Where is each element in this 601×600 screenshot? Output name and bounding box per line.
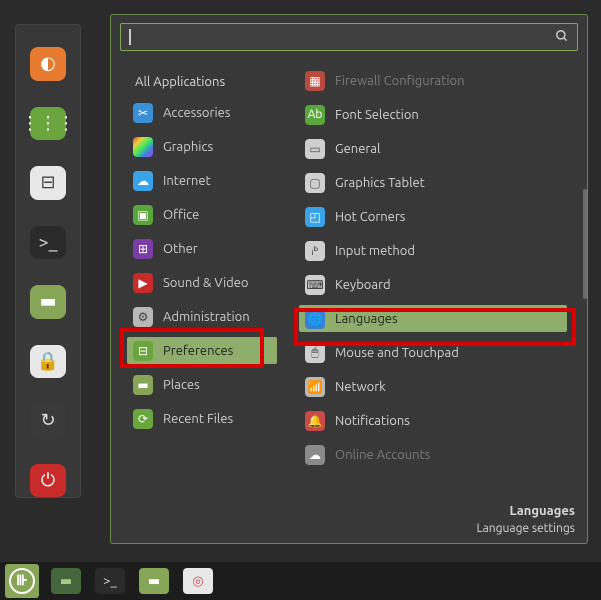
tooltip-subtitle: Language settings	[477, 521, 575, 537]
logout-icon[interactable]: ↻	[30, 404, 66, 438]
places-icon: ▬	[133, 375, 153, 395]
mint-logo-icon: ⊪	[9, 568, 35, 594]
scrollbar-thumb[interactable]	[583, 189, 587, 299]
files-icon[interactable]: ▬	[30, 285, 66, 319]
graphics-tablet-icon: ▢	[305, 173, 325, 193]
app-label: Graphics Tablet	[335, 176, 425, 190]
applications-list: ▦ Firewall Configuration Ab Font Selection ▭…	[299, 67, 567, 468]
sound-video-icon: ▶	[133, 273, 153, 293]
categories-list: ✂ Accessories Graphics ☁ Internet ▣ Office ⊞ Oth…	[127, 99, 277, 432]
favorites-sidebar: ◐ ⋮⋮⋮ ⊟ >_ ▬ 🔒 ↻ ⏻	[15, 24, 81, 498]
app-label: Input method	[335, 244, 415, 258]
category-label: Administration	[163, 310, 250, 324]
administration-icon: ⚙	[133, 307, 153, 327]
chrome-launcher[interactable]: ◎	[183, 568, 213, 594]
category-preferences[interactable]: ⊟ Preferences	[127, 337, 277, 364]
terminal-icon[interactable]: >_	[30, 226, 66, 260]
category-accessories[interactable]: ✂ Accessories	[127, 99, 277, 126]
app-online-accounts[interactable]: ☁ Online Accounts	[299, 441, 567, 468]
category-graphics[interactable]: Graphics	[127, 133, 277, 160]
category-sound-video[interactable]: ▶ Sound & Video	[127, 269, 277, 296]
app-label: Network	[335, 380, 386, 394]
category-label: Places	[163, 378, 200, 392]
category-recent-files[interactable]: ⟳ Recent Files	[127, 405, 277, 432]
app-label: Online Accounts	[335, 448, 430, 462]
app-label: General	[335, 142, 380, 156]
search-box[interactable]	[120, 23, 578, 51]
general-icon: ▭	[305, 139, 325, 159]
category-places[interactable]: ▬ Places	[127, 371, 277, 398]
app-hot-corners[interactable]: ◰ Hot Corners	[299, 203, 567, 230]
app-tooltip: Languages Language settings	[477, 503, 575, 537]
app-label: Languages	[335, 312, 398, 326]
app-mouse-touchpad[interactable]: 🖱 Mouse and Touchpad	[299, 339, 567, 366]
hot-corners-icon: ◰	[305, 207, 325, 227]
category-label: Internet	[163, 174, 211, 188]
app-graphics-tablet[interactable]: ▢ Graphics Tablet	[299, 169, 567, 196]
apps-grid-icon[interactable]: ⋮⋮⋮	[30, 107, 66, 141]
app-label: Hot Corners	[335, 210, 405, 224]
languages-icon: 🌐	[305, 309, 325, 329]
graphics-icon	[133, 137, 153, 157]
category-label: Office	[163, 208, 199, 222]
app-keyboard[interactable]: ⌨ Keyboard	[299, 271, 567, 298]
accessories-icon: ✂	[133, 103, 153, 123]
office-icon: ▣	[133, 205, 153, 225]
files-launcher[interactable]: ▬	[51, 568, 81, 594]
app-label: Firewall Configuration	[335, 74, 465, 88]
app-label: Keyboard	[335, 278, 391, 292]
app-languages[interactable]: 🌐 Languages	[299, 305, 567, 332]
shutdown-icon[interactable]: ⏻	[30, 464, 66, 498]
app-notifications[interactable]: 🔔 Notifications	[299, 407, 567, 434]
internet-icon: ☁	[133, 171, 153, 191]
font-selection-icon: Ab	[305, 105, 325, 125]
app-network[interactable]: 📶 Network	[299, 373, 567, 400]
firefox-icon[interactable]: ◐	[30, 47, 66, 81]
recent-files-icon: ⟳	[133, 409, 153, 429]
firewall-configuration-icon: ▦	[305, 71, 325, 91]
app-label: Mouse and Touchpad	[335, 346, 459, 360]
input-method-icon: ᵢᵇ	[305, 241, 325, 261]
panel-launchers: ▬ >_ ▬ ◎	[51, 568, 213, 594]
search-input[interactable]	[131, 30, 555, 45]
all-applications-header[interactable]: All Applications	[135, 75, 225, 89]
app-label: Font Selection	[335, 108, 419, 122]
category-other[interactable]: ⊞ Other	[127, 235, 277, 262]
category-label: Accessories	[163, 106, 230, 120]
files2-launcher[interactable]: ▬	[139, 568, 169, 594]
category-label: Graphics	[163, 140, 213, 154]
category-internet[interactable]: ☁ Internet	[127, 167, 277, 194]
other-icon: ⊞	[133, 239, 153, 259]
notifications-icon: 🔔	[305, 411, 325, 431]
category-administration[interactable]: ⚙ Administration	[127, 303, 277, 330]
category-label: Preferences	[163, 344, 233, 358]
applications-menu: All Applications ✂ Accessories Graphics ☁ In…	[110, 14, 588, 544]
app-font-selection[interactable]: Ab Font Selection	[299, 101, 567, 128]
app-firewall-configuration[interactable]: ▦ Firewall Configuration	[299, 67, 567, 94]
terminal-launcher[interactable]: >_	[95, 568, 125, 594]
tooltip-title: Languages	[477, 503, 575, 521]
search-icon	[555, 29, 569, 46]
taskbar: ⊪ ▬ >_ ▬ ◎	[0, 562, 601, 600]
control-icon[interactable]: ⊟	[30, 166, 66, 200]
category-office[interactable]: ▣ Office	[127, 201, 277, 228]
lock-icon[interactable]: 🔒	[30, 345, 66, 379]
mouse-touchpad-icon: 🖱	[305, 343, 325, 363]
app-input-method[interactable]: ᵢᵇ Input method	[299, 237, 567, 264]
category-label: Recent Files	[163, 412, 233, 426]
preferences-icon: ⊟	[133, 341, 153, 361]
app-label: Notifications	[335, 414, 410, 428]
category-label: Sound & Video	[163, 276, 249, 290]
app-general[interactable]: ▭ General	[299, 135, 567, 162]
category-label: Other	[163, 242, 198, 256]
keyboard-icon: ⌨	[305, 275, 325, 295]
start-menu-button[interactable]: ⊪	[5, 564, 39, 598]
online-accounts-icon: ☁	[305, 445, 325, 465]
network-icon: 📶	[305, 377, 325, 397]
